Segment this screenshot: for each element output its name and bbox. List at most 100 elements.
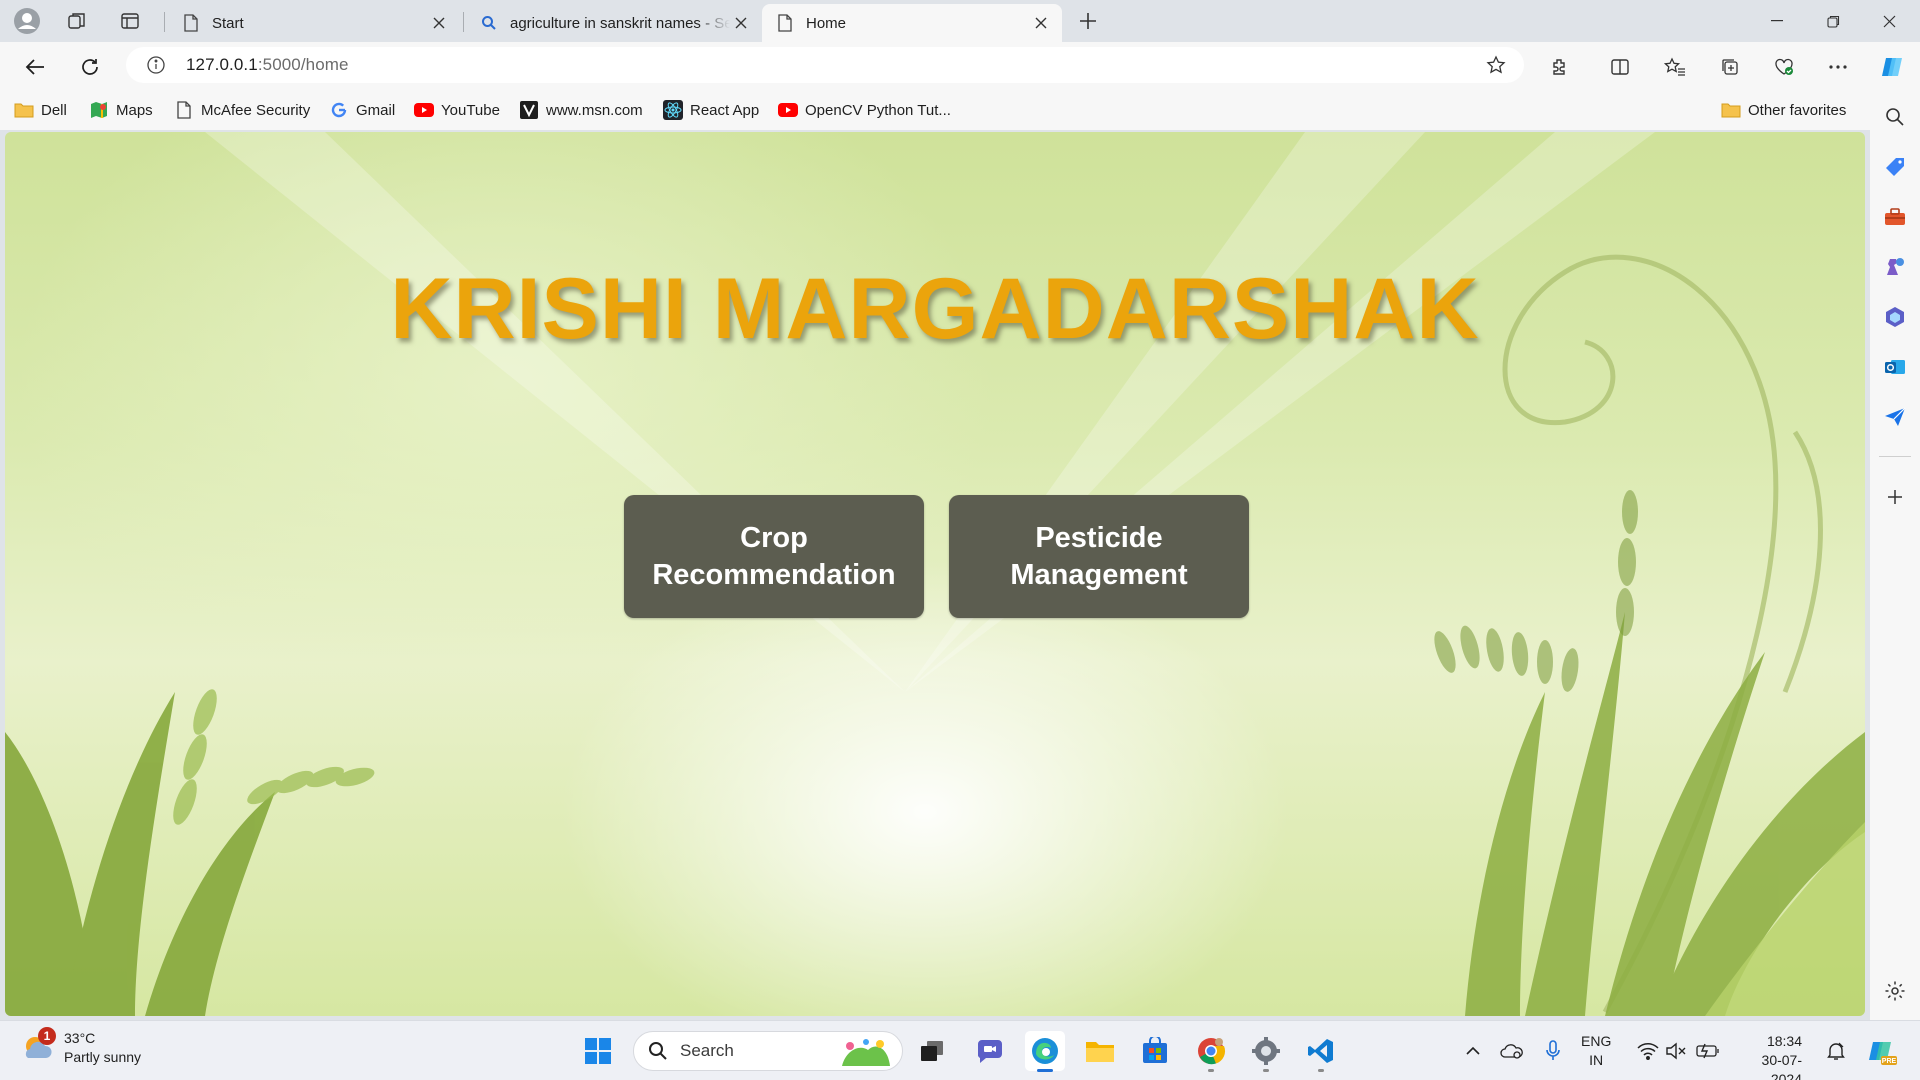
active-indicator [1037,1069,1053,1072]
tab-start[interactable]: Start [168,4,460,42]
more-icon[interactable] [1821,50,1855,84]
games-icon[interactable] [1882,254,1908,280]
search-label: Search [680,1041,734,1060]
tab-strip: Start agriculture in sanskrit names - Se… [0,0,1920,42]
favorite-youtube[interactable]: YouTube [414,98,500,122]
url-text[interactable]: 127.0.0.1:5000/home [186,55,349,75]
refresh-icon[interactable] [73,50,107,84]
clock-date: 30-07-2024 [1761,1052,1802,1080]
split-screen-icon[interactable] [1603,50,1637,84]
tab-actions-icon[interactable] [115,6,145,36]
volume-muted-icon[interactable] [1664,1039,1688,1063]
workspaces-icon[interactable] [62,6,92,36]
svg-text:PRE: PRE [1882,1058,1897,1065]
tab-bing-search[interactable]: agriculture in sanskrit names - Se [466,4,762,42]
microsoft-365-icon[interactable] [1882,304,1908,330]
weather-widget[interactable]: 1 33°C Partly sunny [20,1027,142,1067]
clock-time: 18:34 [1766,1033,1802,1049]
battery-icon[interactable] [1696,1039,1720,1063]
notification-badge: 1 [38,1027,56,1045]
react-icon [663,100,683,120]
address-bar[interactable]: 127.0.0.1:5000/home [126,47,1524,83]
favorite-star-icon[interactable] [1484,53,1508,77]
extensions-icon[interactable] [1542,50,1576,84]
favorite-label: React App [690,101,760,119]
search-highlight-icon [842,1039,890,1066]
edge-taskbar-icon[interactable] [1025,1031,1065,1072]
settings-icon[interactable] [1246,1031,1286,1072]
favorite-gmail[interactable]: Gmail [329,98,395,122]
start-button[interactable] [578,1031,618,1071]
file-explorer-icon[interactable] [1080,1031,1120,1071]
notifications-icon[interactable] [1824,1039,1848,1063]
teams-chat-icon[interactable] [970,1031,1010,1071]
outlook-icon[interactable] [1882,354,1908,380]
button-label-line1: Crop [740,521,808,554]
url-path: :5000/home [257,55,349,74]
crop-recommendation-button[interactable]: Crop Recommendation [624,495,924,618]
chevron-up-icon[interactable] [1461,1039,1485,1063]
pesticide-management-button[interactable]: Pesticide Management [949,495,1249,618]
url-host: 127.0.0.1 [186,55,258,74]
new-tab-icon[interactable] [1073,6,1103,36]
close-window-icon[interactable] [1862,0,1917,42]
maps-icon [89,100,109,120]
msn-icon [519,100,539,120]
copilot-preview-icon[interactable]: PRE [1866,1035,1898,1067]
add-icon[interactable] [1882,484,1908,510]
page-title: KRISHI MARGADARSHAK [390,261,1480,357]
weather-desc: Partly sunny [64,1049,142,1065]
favorites-bar: Dell Maps McAfee Security Gmail YouTube … [0,90,1920,130]
favorite-dell[interactable]: Dell [14,98,67,122]
tab-home[interactable]: Home [762,4,1062,42]
page-icon [174,100,194,120]
search-icon [480,14,498,32]
tools-icon[interactable] [1882,204,1908,230]
taskbar-search[interactable]: Search [633,1031,903,1071]
favorite-react-app[interactable]: React App [663,98,759,122]
other-favorites[interactable]: Other favorites [1721,98,1846,122]
profile-icon[interactable] [12,6,42,36]
language-line1: ENG [1581,1033,1612,1049]
youtube-icon [778,100,798,120]
clock[interactable]: 18:34 30-07-2024 [1738,1032,1802,1080]
shopping-tag-icon[interactable] [1882,154,1908,180]
microphone-icon[interactable] [1541,1039,1565,1063]
send-icon[interactable] [1882,404,1908,430]
chrome-icon[interactable] [1191,1031,1231,1072]
page-icon [182,14,200,32]
favorite-label: Dell [41,101,67,119]
other-favorites-label: Other favorites [1748,101,1847,119]
google-icon [329,100,349,120]
task-view-icon[interactable] [912,1031,952,1071]
onedrive-icon[interactable] [1500,1039,1524,1063]
copilot-icon[interactable] [1876,50,1910,84]
favorite-opencv[interactable]: OpenCV Python Tut... [778,98,951,122]
tab-divider [164,12,165,32]
collections-icon[interactable] [1713,50,1747,84]
favorite-maps[interactable]: Maps [89,98,153,122]
info-icon[interactable] [144,53,168,77]
browser-essentials-icon[interactable] [1767,50,1801,84]
language-indicator[interactable]: ENG IN [1581,1032,1611,1070]
close-icon[interactable] [730,12,752,34]
tab-title: Start [212,14,244,32]
microsoft-store-icon[interactable] [1135,1031,1175,1071]
favorite-label: YouTube [441,101,500,119]
wifi-icon[interactable] [1636,1039,1660,1063]
favorite-msn[interactable]: www.msn.com [519,98,643,122]
minimize-icon[interactable] [1749,0,1804,42]
vscode-icon[interactable] [1301,1031,1341,1072]
settings-gear-icon[interactable] [1882,978,1908,1004]
favorite-mcafee[interactable]: McAfee Security [174,98,310,122]
favorites-icon[interactable] [1658,50,1692,84]
back-icon[interactable] [18,50,52,84]
language-line2: IN [1589,1052,1604,1068]
tab-title: agriculture in sanskrit names - Se [510,14,730,32]
close-icon[interactable] [1030,12,1052,34]
search-icon[interactable] [1882,104,1908,130]
button-label-line2: Recommendation [652,558,896,591]
close-icon[interactable] [428,12,450,34]
restore-icon[interactable] [1806,0,1861,42]
favorite-label: McAfee Security [201,101,311,119]
